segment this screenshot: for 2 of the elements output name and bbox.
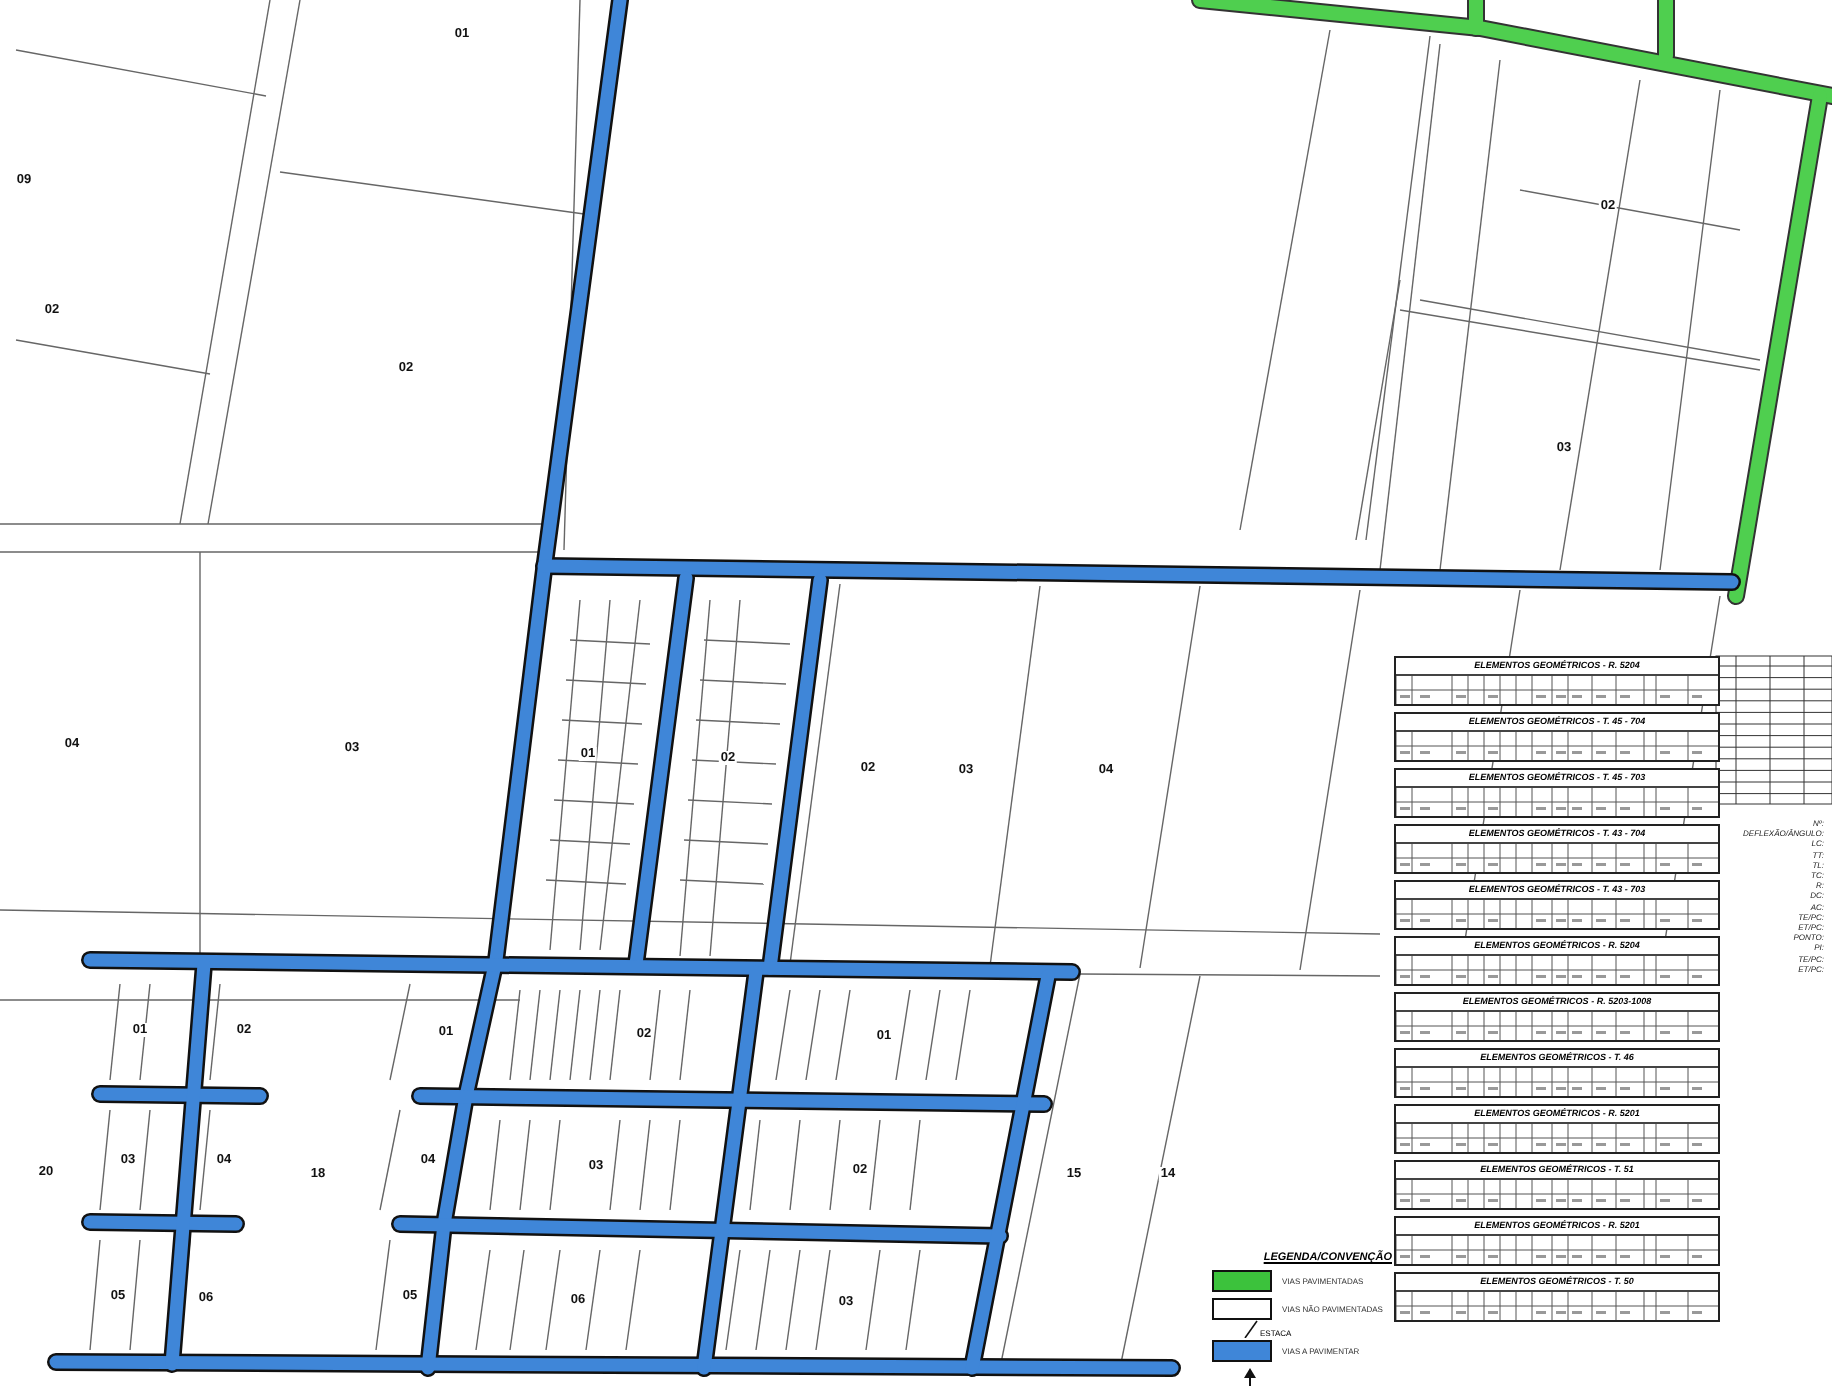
north-arrow-icon [1244,1368,1256,1386]
leader-line [1244,1320,1258,1338]
